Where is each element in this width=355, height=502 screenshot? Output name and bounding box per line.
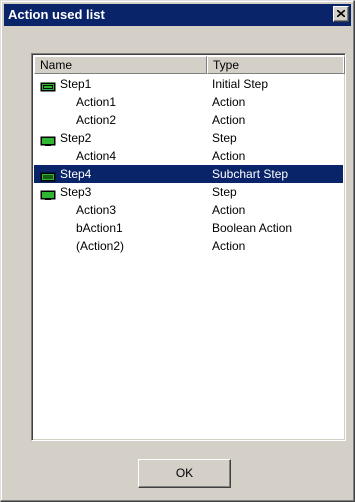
window-title: Action used list [8, 7, 105, 22]
row-type: Step [212, 131, 237, 145]
row-name: Step2 [60, 131, 92, 145]
list-row[interactable]: Action1 Action [34, 93, 343, 111]
list-header: Name Type [34, 56, 345, 74]
row-type: Action [212, 113, 246, 127]
ok-button[interactable]: OK [138, 459, 231, 488]
row-type: Subchart Step [212, 167, 289, 181]
list-row[interactable]: bAction1 Boolean Action [34, 219, 343, 237]
list-row[interactable]: Step1 Initial Step [34, 75, 343, 93]
action-used-list-dialog: Action used list Name Type Step1 Initial … [0, 0, 355, 502]
close-icon [337, 10, 345, 17]
action-list-view[interactable]: Name Type Step1 Initial Step Action1 Action… [31, 53, 346, 441]
list-row[interactable]: Step4 Subchart Step [34, 165, 343, 183]
list-row[interactable]: Action2 Action [34, 111, 343, 129]
row-type: Action [212, 239, 246, 253]
row-type: Action [212, 203, 246, 217]
row-type: Action [212, 149, 246, 163]
row-type: Boolean Action [212, 221, 293, 235]
list-row[interactable]: Action3 Action [34, 201, 343, 219]
column-header-type[interactable]: Type [207, 56, 345, 74]
row-name: Step1 [60, 77, 92, 91]
row-name: (Action2) [76, 239, 125, 253]
column-header-name[interactable]: Name [34, 56, 207, 74]
row-name: Action2 [76, 113, 117, 127]
list-row[interactable]: Action4 Action [34, 147, 343, 165]
row-name: Action4 [76, 149, 117, 163]
row-type: Initial Step [212, 77, 269, 91]
list-row[interactable]: Step3 Step [34, 183, 343, 201]
list-rows: Step1 Initial Step Action1 Action Action2 Act… [34, 75, 343, 255]
row-name: Step3 [60, 185, 92, 199]
list-row[interactable]: (Action2) Action [34, 237, 343, 255]
list-row[interactable]: Step2 Step [34, 129, 343, 147]
row-name: Action3 [76, 203, 117, 217]
row-name: Step4 [60, 167, 92, 181]
row-name: bAction1 [76, 221, 123, 235]
row-name: Action1 [76, 95, 117, 109]
row-type: Action [212, 95, 246, 109]
close-button[interactable] [333, 6, 349, 22]
row-type: Step [212, 185, 237, 199]
title-bar[interactable]: Action used list [4, 4, 351, 26]
